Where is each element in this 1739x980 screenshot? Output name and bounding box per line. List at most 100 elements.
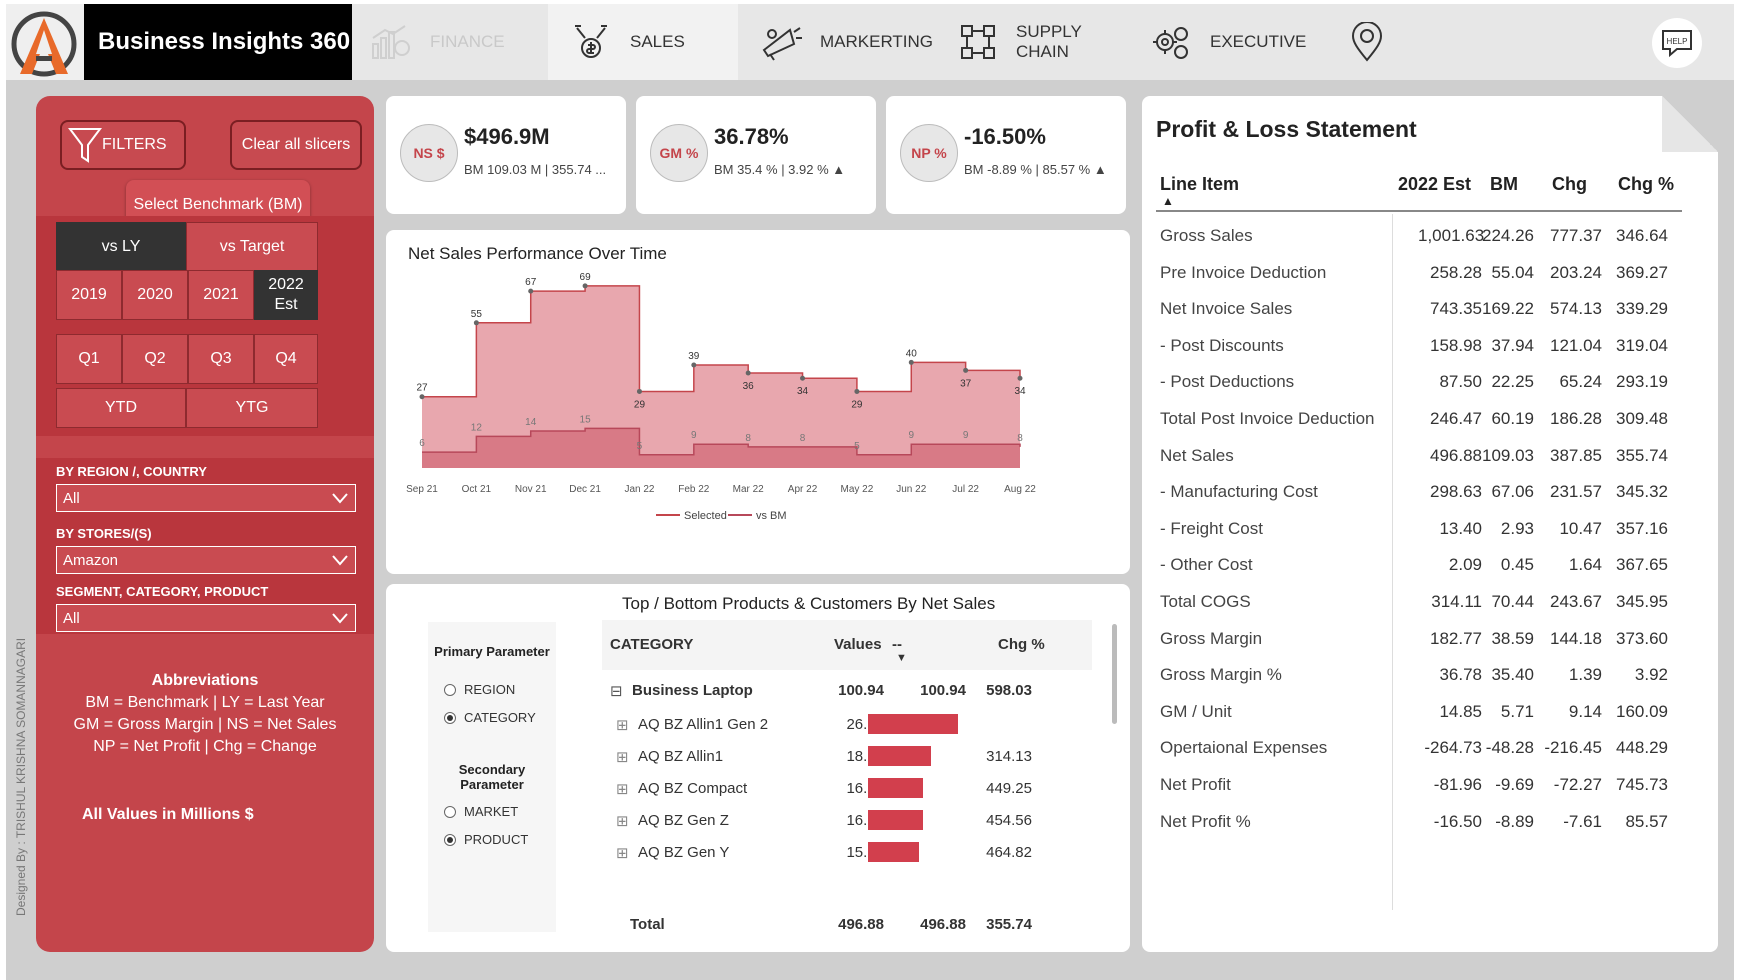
table-row[interactable]: ⊞ AQ BZ Allin1 Gen 2 26.64 <box>602 708 1092 742</box>
pl-row: Gross Sales 1,001.63 224.26 777.37 346.64 <box>1156 218 1682 258</box>
svg-text:HELP: HELP <box>1667 37 1688 46</box>
data-label: 8 <box>800 433 806 444</box>
product-chg: 314.13 <box>986 748 1032 765</box>
pl-line-item: Gross Margin % <box>1160 665 1282 685</box>
nav-supply-chain-label: SUPPLY CHAIN <box>1016 22 1082 61</box>
nav-supply-chain[interactable]: SUPPLY CHAIN <box>958 4 1128 80</box>
filters-label: FILTERS <box>102 136 167 153</box>
pl-line-item: Net Profit % <box>1160 811 1251 831</box>
pl-cell: 745.73 <box>1616 775 1668 794</box>
pl-row: - Freight Cost 13.40 2.93 10.47 357.16 <box>1156 511 1682 551</box>
pl-cell: 65.24 <box>1559 372 1602 392</box>
nav-sales[interactable]: SALES <box>548 4 738 80</box>
vs-target-toggle[interactable]: vs Target <box>186 222 318 272</box>
year-2019[interactable]: 2019 <box>56 270 122 320</box>
total-label: Total <box>630 916 665 933</box>
pl-cell: 345.95 <box>1616 592 1668 611</box>
sales-money-icon <box>570 21 612 63</box>
filters-button[interactable]: FILTERS <box>60 120 186 170</box>
kpi-badge: GM % <box>650 124 708 182</box>
data-label: 34 <box>1014 386 1026 397</box>
table-row[interactable]: ⊞ AQ BZ Gen Y 15.23 464.82 <box>602 836 1092 870</box>
pl-row: - Post Discounts 158.98 37.94 121.04 319.04 <box>1156 328 1682 368</box>
pl-header-bm[interactable]: BM <box>1490 174 1518 195</box>
data-point <box>908 359 914 365</box>
pl-line-item: - Manufacturing Cost <box>1160 482 1318 502</box>
kpi-badge: NP % <box>900 124 958 182</box>
table-row[interactable]: ⊞ AQ BZ Compact 16.26 449.25 <box>602 772 1092 806</box>
pl-cell: 357.16 <box>1616 518 1668 538</box>
expand-icon[interactable]: ⊞ <box>616 844 629 862</box>
table-group-row[interactable]: ⊟ Business Laptop 100.94 100.94 598.03 <box>602 674 1092 708</box>
x-tick-label: May 22 <box>841 484 874 495</box>
expand-icon[interactable]: ⊞ <box>616 812 629 830</box>
vs-ly-toggle[interactable]: vs LY <box>56 222 186 272</box>
value-bar <box>868 842 919 862</box>
megaphone-icon <box>760 21 802 63</box>
abbreviations-block: Abbreviations BM = Benchmark | LY = Last… <box>36 670 374 758</box>
x-tick-label: Mar 22 <box>733 484 765 495</box>
collapse-icon[interactable]: ⊟ <box>610 682 623 700</box>
pl-cell: -48.28 <box>1485 738 1534 758</box>
quarter-q4[interactable]: Q4 <box>254 334 318 384</box>
header-category[interactable]: CATEGORY <box>610 636 693 653</box>
radio-region[interactable]: REGION <box>444 682 515 697</box>
table-scrollbar[interactable] <box>1112 624 1117 724</box>
region-label: BY REGION /, COUNTRY <box>56 464 207 479</box>
expand-icon[interactable]: ⊞ <box>616 716 629 734</box>
radio-product[interactable]: PRODUCT <box>444 832 528 847</box>
help-button[interactable]: HELP <box>1652 18 1702 68</box>
top-bottom-products-card: Primary Parameter REGION CATEGORY Second… <box>386 584 1130 952</box>
x-tick-label: Jul 22 <box>952 484 979 495</box>
pl-header-chg-pct[interactable]: Chg % <box>1618 174 1674 195</box>
nav-geo[interactable] <box>1346 4 1406 80</box>
table-row[interactable]: ⊞ AQ BZ Gen Z 16.18 454.56 <box>602 804 1092 838</box>
radio-category[interactable]: CATEGORY <box>444 710 536 725</box>
x-tick-label: Feb 22 <box>678 484 710 495</box>
pl-header-line-item[interactable]: Line Item <box>1160 174 1239 195</box>
year-2020[interactable]: 2020 <box>122 270 188 320</box>
radio-dot-selected <box>444 711 456 724</box>
segment-dropdown[interactable]: All <box>56 604 356 632</box>
pl-row: Net Profit -81.96 -9.69 -72.27 745.73 <box>1156 767 1682 807</box>
nav-marketing[interactable]: MARKERTING <box>760 4 934 80</box>
header-chg[interactable]: Chg % <box>998 636 1045 653</box>
pl-cell: 777.37 <box>1550 226 1602 245</box>
ytd-toggle[interactable]: YTD <box>56 388 186 428</box>
pl-header-chg[interactable]: Chg <box>1552 174 1587 195</box>
header-values[interactable]: Values <box>834 636 882 653</box>
header-bm[interactable]: -- <box>892 636 902 653</box>
stores-dropdown[interactable]: Amazon <box>56 546 356 574</box>
pl-cell: 0.45 <box>1500 555 1534 575</box>
pl-line-item: Gross Sales <box>1160 226 1253 245</box>
quarter-q1[interactable]: Q1 <box>56 334 122 384</box>
pl-cell: -9.69 <box>1495 775 1534 794</box>
pl-line-item: Gross Margin <box>1160 628 1263 648</box>
net-sales-chart-card: Net Sales Performance Over Time 27 55 67 69… <box>386 230 1130 574</box>
ytg-toggle[interactable]: YTG <box>186 388 318 428</box>
table-row[interactable]: ⊞ AQ BZ Allin1 18.65 314.13 <box>602 740 1092 774</box>
region-dropdown[interactable]: All <box>56 484 356 512</box>
pl-cell: 85.57 <box>1625 811 1668 831</box>
kpi-benchmark: BM -8.89 % | 85.57 % ▲ <box>964 162 1107 177</box>
quarter-q3[interactable]: Q3 <box>188 334 254 384</box>
radio-label: CATEGORY <box>464 710 536 725</box>
pl-cell: 70.44 <box>1491 592 1534 611</box>
kpi-net-profit: NP % -16.50% BM -8.89 % | 85.57 % ▲ <box>886 96 1126 214</box>
pl-header-est[interactable]: 2022 Est <box>1398 174 1471 195</box>
expand-icon[interactable]: ⊞ <box>616 780 629 798</box>
pl-cell: 169.22 <box>1482 299 1534 319</box>
year-2021[interactable]: 2021 <box>188 270 254 320</box>
expand-icon[interactable]: ⊞ <box>616 748 629 766</box>
clear-slicers-button[interactable]: Clear all slicers <box>230 120 362 170</box>
nav-finance[interactable]: FINANCE <box>370 4 548 80</box>
nav-executive[interactable]: EXECUTIVE <box>1150 4 1330 80</box>
radio-market[interactable]: MARKET <box>444 804 518 819</box>
pl-cell: 309.48 <box>1616 409 1668 428</box>
quarter-q2[interactable]: Q2 <box>122 334 188 384</box>
data-point <box>528 288 534 294</box>
data-label: 40 <box>906 348 918 359</box>
stores-value: Amazon <box>63 551 119 569</box>
product-name: AQ BZ Allin1 <box>638 748 724 765</box>
year-2022-est[interactable]: 2022 Est <box>254 270 318 320</box>
